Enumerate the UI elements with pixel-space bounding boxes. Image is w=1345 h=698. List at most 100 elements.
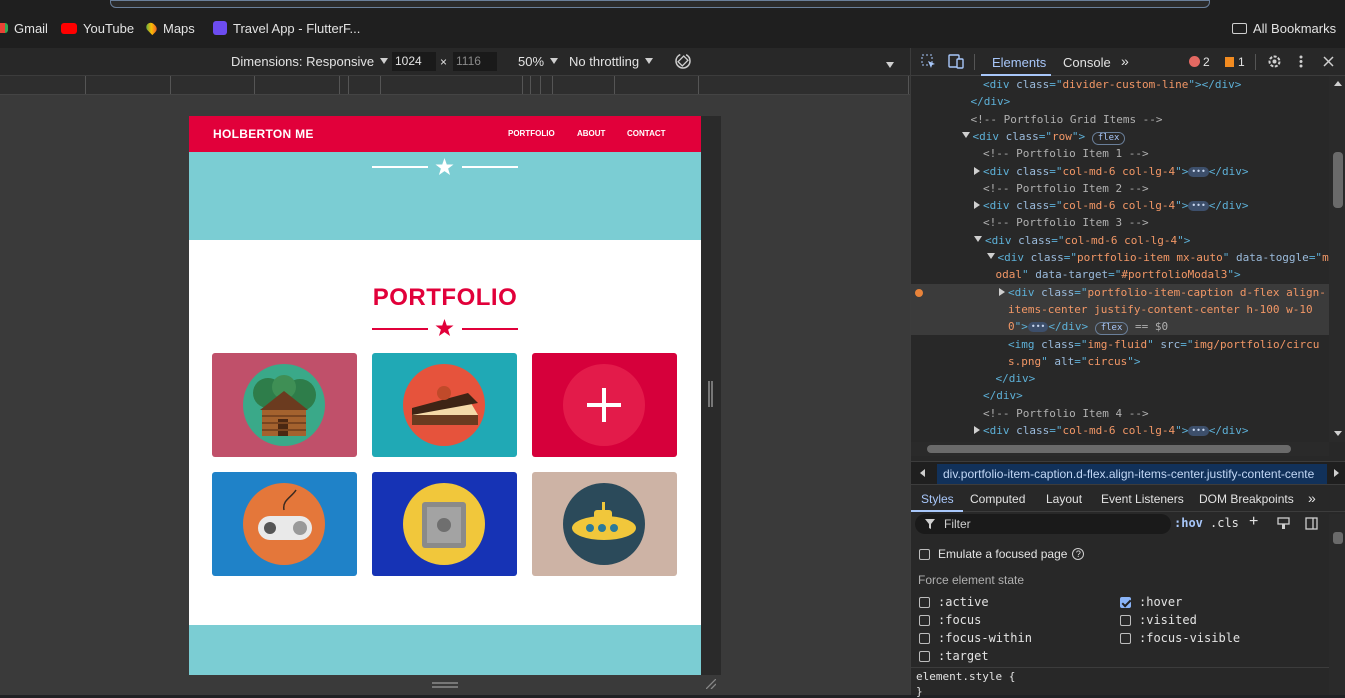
scroll-up-icon[interactable]: [1334, 81, 1342, 86]
height-input[interactable]: 1116: [453, 52, 497, 71]
portfolio-item-safe[interactable]: [372, 472, 517, 576]
kebab-menu-icon[interactable]: [1298, 54, 1304, 69]
all-bookmarks[interactable]: All Bookmarks: [1232, 19, 1336, 37]
bookmark-youtube[interactable]: YouTube: [61, 19, 134, 37]
dom-tree-line[interactable]: <!-- Portfolio Item 4 -->: [974, 405, 1149, 422]
tab-computed[interactable]: Computed: [970, 492, 1025, 506]
dom-tree-line[interactable]: <div class="divider-custom-line"></div>: [974, 76, 1241, 93]
collapsed-children-icon[interactable]: •••: [1188, 166, 1209, 177]
dom-tree-line[interactable]: </div>: [987, 370, 1036, 387]
more-tabs-icon[interactable]: »: [1308, 490, 1316, 506]
collapse-triangle-icon[interactable]: [974, 166, 980, 175]
collapsed-children-icon[interactable]: •••: [1188, 426, 1209, 436]
dom-tree-line[interactable]: <!-- Portfolio Item 3 -->: [974, 214, 1149, 231]
nav-contact[interactable]: CONTACT: [627, 129, 666, 138]
dom-tree-line[interactable]: <div class="row"> flex: [961, 128, 1126, 145]
collapse-triangle-icon[interactable]: [999, 287, 1005, 296]
collapse-triangle-icon[interactable]: [974, 201, 980, 210]
expand-triangle-icon[interactable]: [986, 253, 995, 259]
dom-tree-line[interactable]: <div class="col-md-6 col-lg-4"> ••• </div>: [974, 163, 1249, 180]
dom-tree-line[interactable]: <!-- Portfolio Item 1 -->: [974, 145, 1149, 162]
state-focus-within[interactable]: :focus-within: [919, 631, 1032, 645]
portfolio-item-game[interactable]: [212, 472, 357, 576]
tab-layout[interactable]: Layout: [1046, 492, 1082, 506]
emulate-focus-option[interactable]: Emulate a focused page ?: [919, 547, 1085, 561]
tab-dom-breakpoints[interactable]: DOM Breakpoints: [1199, 492, 1294, 506]
close-icon[interactable]: [1323, 56, 1334, 67]
rotate-icon[interactable]: [674, 52, 692, 73]
dom-tree-line[interactable]: <div class="col-md-6 col-lg-4"> ••• </div>: [974, 197, 1249, 214]
element-style-rule[interactable]: element.style {: [916, 670, 1015, 683]
help-icon[interactable]: ?: [1072, 548, 1085, 560]
emulate-focus-checkbox[interactable]: [919, 548, 930, 560]
state-active[interactable]: :active: [919, 595, 989, 609]
hov-toggle[interactable]: :hov: [1174, 516, 1203, 530]
device-toggle-icon[interactable]: [948, 54, 964, 69]
flex-badge[interactable]: flex: [1094, 322, 1129, 336]
collapsed-children-icon[interactable]: •••: [1188, 201, 1209, 212]
dom-tree-scrollbar[interactable]: [1329, 76, 1345, 442]
breadcrumb-item[interactable]: div.portfolio-item-caption.d-flex.align-…: [937, 464, 1327, 484]
bookmark-gmail[interactable]: Gmail: [0, 19, 48, 37]
expand-triangle-icon[interactable]: [961, 131, 970, 138]
nav-portfolio[interactable]: PORTFOLIO: [508, 129, 555, 138]
dom-tree-line[interactable]: <img class="img-fluid" src="img/portfoli…: [999, 336, 1319, 353]
dom-tree-line[interactable]: <!-- Portfolio Item 2 -->: [974, 180, 1149, 197]
dom-tree-line[interactable]: </div>: [974, 387, 1023, 404]
error-count[interactable]: 2: [1189, 55, 1210, 69]
dom-tree[interactable]: <div class="divider-custom-line"></div> <…: [911, 76, 1329, 442]
dom-tree-hscrollbar[interactable]: [911, 442, 1329, 456]
tab-styles[interactable]: Styles: [921, 492, 954, 506]
state-hover[interactable]: :hover: [1120, 595, 1182, 609]
portfolio-item-submarine[interactable]: [532, 472, 677, 576]
portfolio-item-cabin[interactable]: [212, 353, 357, 457]
portfolio-item-circus[interactable]: [532, 353, 677, 457]
dom-tree-line[interactable]: items-center justify-content-center h-10…: [999, 301, 1313, 318]
more-options-icon[interactable]: [886, 58, 894, 73]
throttling-dropdown[interactable]: No throttling: [569, 54, 654, 69]
state-visited[interactable]: :visited: [1120, 613, 1197, 627]
scroll-down-icon[interactable]: [1334, 431, 1342, 436]
expand-triangle-icon[interactable]: [974, 235, 982, 242]
dom-tree-line[interactable]: <div class="portfolio-item-caption d-fle…: [999, 284, 1326, 301]
dom-tree-line[interactable]: <div class="portfolio-item mx-auto" data…: [986, 249, 1329, 266]
tab-elements[interactable]: Elements: [992, 55, 1046, 70]
site-brand[interactable]: HOLBERTON ME: [213, 127, 314, 141]
breadcrumb-left-icon[interactable]: [920, 469, 925, 477]
toggle-sidebar-icon[interactable]: [1305, 517, 1318, 530]
resize-corner-icon[interactable]: [706, 679, 716, 689]
scroll-thumb[interactable]: [1333, 152, 1343, 208]
nav-about[interactable]: ABOUT: [577, 129, 605, 138]
bookmark-maps[interactable]: Maps: [144, 19, 195, 37]
zoom-dropdown[interactable]: 50%: [518, 54, 559, 69]
tab-console[interactable]: Console: [1063, 55, 1111, 70]
breadcrumb-right-icon[interactable]: [1334, 469, 1339, 477]
dom-tree-line[interactable]: <div class="col-md-6 col-lg-4"> ••• </div>: [974, 422, 1249, 439]
dom-tree-line[interactable]: <!-- Portfolio Grid Items -->: [962, 111, 1163, 128]
collapse-triangle-icon[interactable]: [974, 426, 980, 434]
collapsed-children-icon[interactable]: •••: [1027, 322, 1049, 333]
cls-toggle[interactable]: .cls: [1210, 516, 1239, 530]
dom-tree-line[interactable]: 0"> ••• </div> flex == $0: [999, 318, 1168, 336]
tab-event-listeners[interactable]: Event Listeners: [1101, 492, 1184, 506]
inspect-element-icon[interactable]: [921, 54, 936, 69]
settings-gear-icon[interactable]: [1267, 54, 1282, 69]
portfolio-item-cake[interactable]: [372, 353, 517, 457]
dom-tree-line[interactable]: </div>: [962, 93, 1011, 110]
paint-brush-icon[interactable]: [1277, 517, 1290, 530]
resize-handle-bottom[interactable]: [432, 682, 458, 688]
styles-scrollbar[interactable]: [1329, 514, 1345, 695]
state-focus-visible[interactable]: :focus-visible: [1120, 631, 1240, 645]
state-focus[interactable]: :focus: [919, 613, 981, 627]
dom-tree-line[interactable]: s.png" alt="circus">: [999, 353, 1141, 370]
dom-tree-line[interactable]: odal" data-target="#portfolioModal3">: [987, 266, 1241, 283]
flex-badge[interactable]: flex: [1091, 131, 1126, 145]
dimensions-dropdown[interactable]: Dimensions: Responsive: [231, 54, 389, 69]
add-rule-icon[interactable]: +: [1249, 513, 1258, 531]
resize-handle-right[interactable]: [708, 381, 713, 407]
bookmark-travel-app[interactable]: Travel App - FlutterF...: [213, 19, 360, 37]
warning-count[interactable]: 1: [1225, 55, 1245, 69]
state-target[interactable]: :target: [919, 649, 989, 663]
hscroll-thumb[interactable]: [927, 445, 1291, 453]
width-input[interactable]: 1024: [392, 52, 436, 71]
